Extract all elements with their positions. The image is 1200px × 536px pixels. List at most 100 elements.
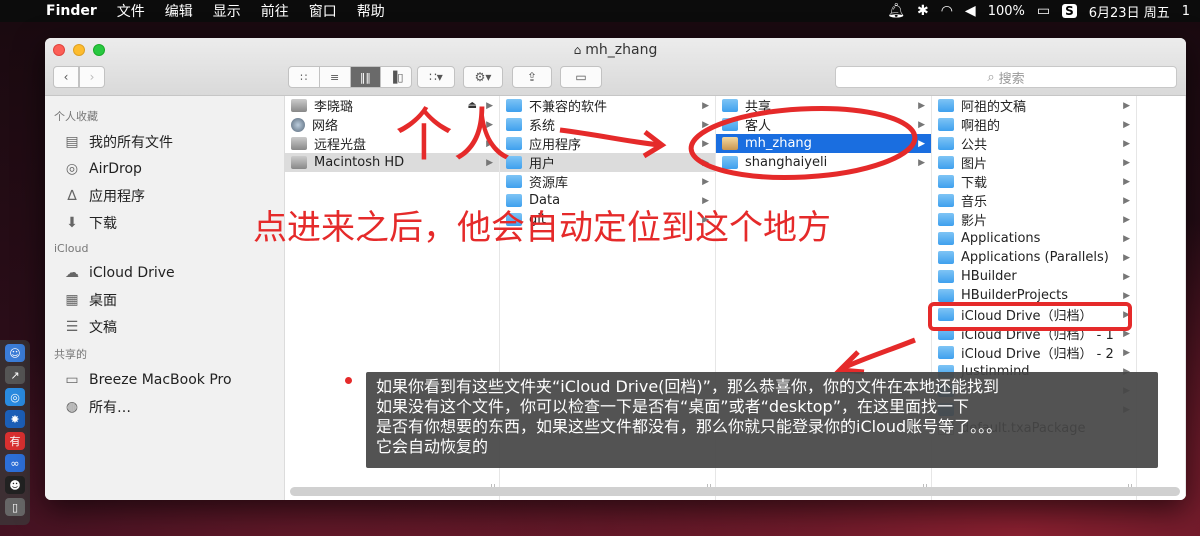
- arrange-button[interactable]: ∷▾: [417, 66, 455, 88]
- sidebar-item[interactable]: ☰ 文稿: [45, 313, 284, 340]
- annotation-geren: 个人: [395, 101, 512, 169]
- file-row-label: 啊祖的: [961, 119, 1001, 134]
- menu-extras: 🔔︎ ✱ ◠ ◀ 100% ▭ S 6月23日 周五 1: [887, 2, 1200, 21]
- sidebar-item-label: AirDrop: [89, 160, 142, 177]
- sidebar-item[interactable]: ▦ 桌面: [45, 286, 284, 313]
- baidu-netdisk-dock-icon[interactable]: ∞: [5, 454, 25, 472]
- home-folder-icon: [722, 137, 738, 150]
- sidebar-item[interactable]: ∆ 应用程序: [45, 182, 284, 209]
- sidebar-section-header: iCloud: [54, 242, 89, 255]
- battery-percent[interactable]: 100%: [988, 4, 1025, 19]
- chevron-right-icon: ▶: [918, 157, 925, 168]
- sidebar-item[interactable]: ◎ AirDrop: [45, 155, 284, 182]
- applications-icon: ∆: [67, 187, 77, 204]
- search-placeholder: 搜索: [998, 71, 1025, 87]
- tag-icon[interactable]: ▭: [560, 66, 602, 88]
- volume-icon[interactable]: ◀: [965, 3, 976, 19]
- tooltip-line: 如果没有这个文件，你可以检查一下是否有“桌面”或者“desktop”，在这里面找…: [376, 397, 969, 416]
- back-button[interactable]: ‹: [53, 66, 79, 88]
- chevron-right-icon: ▶: [702, 176, 709, 187]
- file-row[interactable]: 不兼容的软件 ▶: [500, 96, 715, 115]
- menu-app-name[interactable]: Finder: [40, 3, 107, 19]
- youdao-dock-icon[interactable]: 有: [5, 432, 25, 450]
- chevron-right-icon: ▶: [702, 100, 709, 111]
- menu-view[interactable]: 显示: [203, 1, 251, 21]
- file-row[interactable]: 资源库 ▶: [500, 172, 715, 191]
- folder-icon: [938, 156, 954, 169]
- icon-view-icon[interactable]: ∷: [289, 67, 320, 87]
- file-row[interactable]: 共享 ▶: [716, 96, 931, 115]
- cover-flow-icon[interactable]: ▐▯: [381, 67, 411, 87]
- menu-file[interactable]: 文件: [107, 1, 155, 21]
- file-row[interactable]: 公共 ▶: [932, 134, 1136, 153]
- sogou-input-icon[interactable]: S: [1062, 4, 1077, 18]
- menu-date[interactable]: 6月23日 周五: [1089, 2, 1170, 21]
- chevron-right-icon: ▶: [702, 119, 709, 130]
- tooltip-line: 它会自动恢复的: [376, 437, 489, 456]
- folder-icon: [938, 308, 954, 321]
- sidebar-item[interactable]: ◍ 所有…: [45, 393, 284, 420]
- file-row[interactable]: iCloud Drive（归档） - 2 ▶: [932, 343, 1136, 362]
- menu-time[interactable]: 1: [1182, 4, 1190, 19]
- file-row[interactable]: 系统 ▶: [500, 115, 715, 134]
- tooltip-line: 是否有你想要的东西，如果这些文件都没有，那么你就只能登录你的iCloud账号等了…: [376, 417, 1003, 436]
- folder-icon: [938, 251, 954, 264]
- sidebar-item[interactable]: ☁ iCloud Drive: [45, 259, 284, 286]
- cloud-icon: ☁: [65, 264, 79, 281]
- sidebar-item[interactable]: ⬇ 下载: [45, 209, 284, 236]
- chevron-right-icon: ▶: [702, 157, 709, 168]
- column-view-icon[interactable]: ‖‖: [350, 67, 382, 87]
- sidebar-item-label: 应用程序: [89, 188, 145, 205]
- launchpad-dock-icon[interactable]: ↗: [5, 366, 25, 384]
- file-row[interactable]: HBuilder ▶: [932, 267, 1136, 286]
- notification-bell-icon[interactable]: 🔔︎: [887, 3, 905, 19]
- file-row[interactable]: 影片 ▶: [932, 210, 1136, 229]
- chevron-right-icon: ▶: [1123, 138, 1130, 149]
- folder-icon: [938, 213, 954, 226]
- file-row[interactable]: 啊祖的 ▶: [932, 115, 1136, 134]
- action-gear-icon[interactable]: ⚙▾: [463, 66, 503, 88]
- menu-go[interactable]: 前往: [251, 1, 299, 21]
- file-row[interactable]: shanghaiyeli ▶: [716, 153, 931, 172]
- qq-dock-icon[interactable]: ☻: [5, 476, 25, 494]
- file-row[interactable]: 阿祖的文稿 ▶: [932, 96, 1136, 115]
- sidebar-item[interactable]: ▭ Breeze MacBook Pro: [45, 366, 284, 393]
- menu-window[interactable]: 窗口: [299, 1, 347, 21]
- menu-edit[interactable]: 编辑: [155, 1, 203, 21]
- file-row[interactable]: 音乐 ▶: [932, 191, 1136, 210]
- app-store-dock-icon[interactable]: ✸: [5, 410, 25, 428]
- file-row[interactable]: HBuilderProjects ▶: [932, 286, 1136, 305]
- file-row-label: 资源库: [529, 176, 569, 191]
- folder-icon: [722, 118, 738, 131]
- file-row-label: 客人: [745, 119, 772, 134]
- chevron-right-icon: ▶: [1123, 214, 1130, 225]
- file-row[interactable]: 图片 ▶: [932, 153, 1136, 172]
- safari-dock-icon[interactable]: ◎: [5, 388, 25, 406]
- forward-button[interactable]: ›: [79, 66, 105, 88]
- file-row[interactable]: 下载 ▶: [932, 172, 1136, 191]
- wifi-icon[interactable]: ◠: [941, 3, 953, 19]
- battery-icon[interactable]: ▭: [1037, 3, 1050, 19]
- file-row[interactable]: iCloud Drive（归档） - 1 ▶: [932, 324, 1136, 343]
- file-row[interactable]: mh_zhang ▶: [716, 134, 931, 153]
- sidebar-item[interactable]: ▤ 我的所有文件: [45, 128, 284, 155]
- list-view-icon[interactable]: ≡: [320, 67, 351, 87]
- file-row[interactable]: 客人 ▶: [716, 115, 931, 134]
- file-row[interactable]: Applications (Parallels) ▶: [932, 248, 1136, 267]
- share-icon[interactable]: ⇪: [512, 66, 552, 88]
- finder-dock-icon[interactable]: ☺: [5, 344, 25, 362]
- trash-dock-icon[interactable]: ▯: [5, 498, 25, 516]
- menu-help[interactable]: 帮助: [347, 1, 395, 21]
- file-row[interactable]: Applications ▶: [932, 229, 1136, 248]
- search-input[interactable]: ⌕ 搜索: [835, 66, 1177, 88]
- file-row[interactable]: 用户 ▶: [500, 153, 715, 172]
- disc-icon: [291, 137, 307, 150]
- file-row[interactable]: iCloud Drive（归档） ▶: [932, 305, 1136, 324]
- file-row-label: 音乐: [961, 195, 988, 210]
- documents-icon: ☰: [65, 318, 79, 335]
- annotation-dot: [345, 377, 352, 384]
- horizontal-scrollbar[interactable]: [290, 487, 1180, 496]
- file-row-label: mh_zhang: [745, 136, 812, 151]
- bluetooth-icon[interactable]: ✱: [917, 3, 929, 19]
- file-row[interactable]: 应用程序 ▶: [500, 134, 715, 153]
